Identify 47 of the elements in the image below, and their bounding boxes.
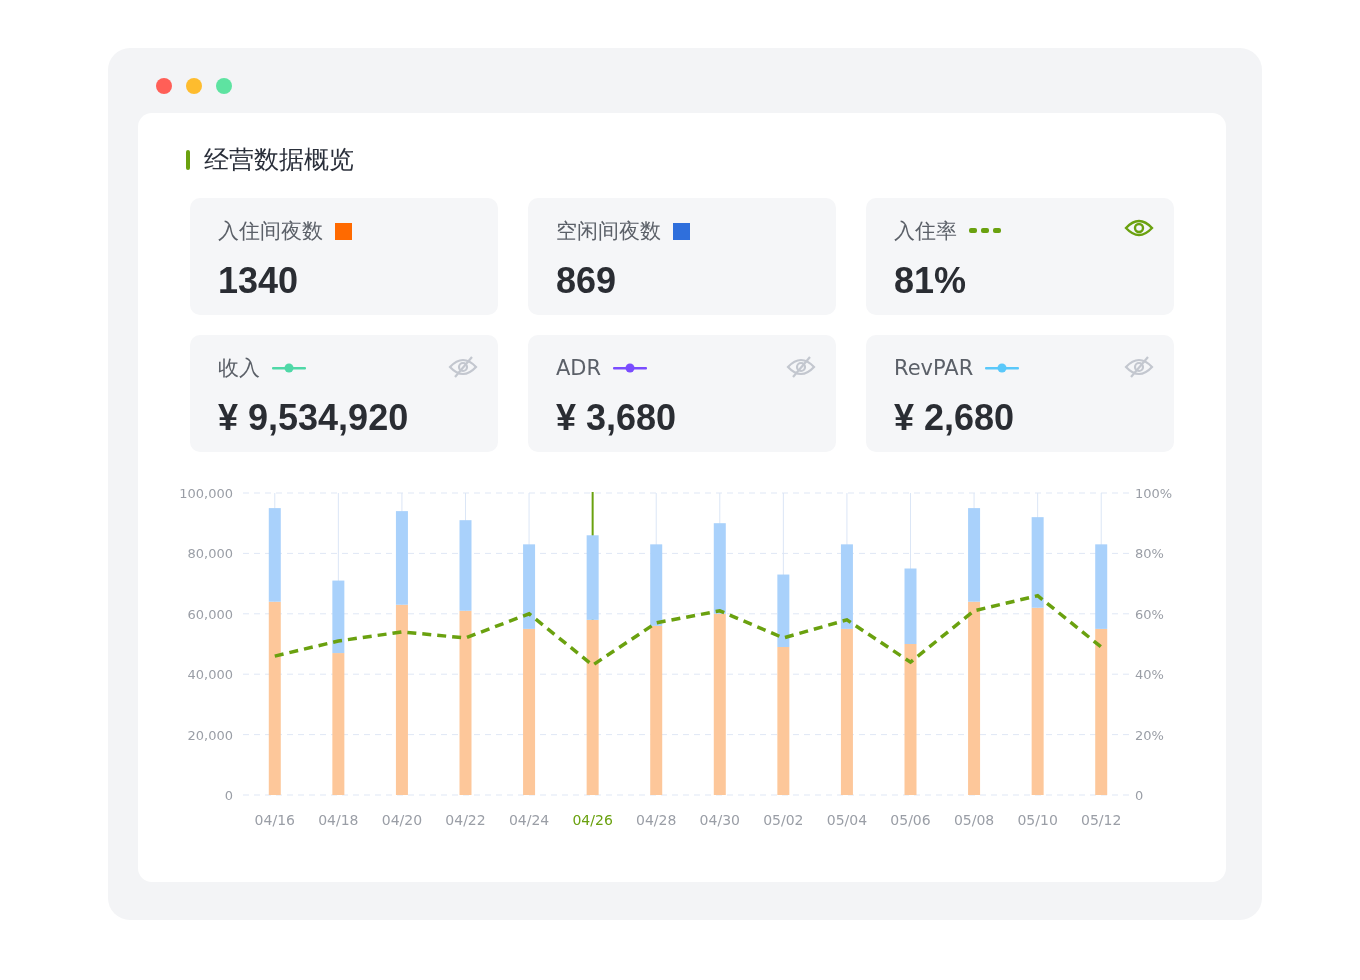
axis-tick-label: 05/10 [1017,812,1058,828]
axis-tick-label: 05/04 [826,812,868,828]
axis-tick-label: 04/22 [445,812,486,828]
section-title: 经营数据概览 [204,144,354,176]
axis-tick-label: 05/06 [890,812,931,828]
axis-tick-label: 20,000 [187,727,233,743]
axis-tick-label: 40,000 [187,667,233,683]
metric-value: 869 [556,260,618,302]
axis-tick-label: 80,000 [187,546,233,562]
metric-label: 收入 [218,355,260,382]
axis-tick-label: 04/28 [636,812,677,828]
axis-tick-label: 04/18 [318,812,359,828]
maximize-dot-icon[interactable] [216,78,232,94]
eye-off-icon[interactable] [786,355,816,379]
axis-tick-label: 05/02 [763,812,804,828]
eye-off-icon[interactable] [1124,355,1154,379]
axis-tick-label: 80% [1135,546,1164,562]
metric-value: ¥ 9,534,920 [218,397,410,439]
axis-tick-label: 100% [1135,486,1173,501]
axis-tick-label: 05/08 [953,812,995,828]
axis-tick-label: 60% [1135,606,1164,622]
axis-tick-label: 04/16 [254,812,295,828]
metric-label: 入住率 [894,218,957,245]
metric-value: 1340 [218,260,300,302]
metric-label: 空闲间夜数 [556,218,661,245]
axis-tick-label: 100,000 [179,486,233,501]
metric-value: ¥ 2,680 [894,397,1016,439]
minimize-dot-icon[interactable] [186,78,202,94]
axis-tick-label: 40% [1135,667,1164,683]
eye-icon[interactable] [1124,218,1154,238]
axis-tick-label: 04/24 [508,812,550,828]
axis-tick-label: 20% [1135,727,1164,743]
axis-tick-label: 05/12 [1081,812,1122,828]
metric-value: 81% [894,260,968,302]
axis-tick-label: 04/26 [572,812,613,828]
axis-tick-label: 04/30 [699,812,740,828]
title-accent-bar [186,149,190,170]
metric-label: RevPAR [894,356,974,380]
axis-tick-label: 0 [224,788,233,803]
axis-tick-label: 60,000 [187,606,233,622]
metric-label: ADR [556,356,602,380]
eye-off-icon[interactable] [448,355,478,379]
close-dot-icon[interactable] [156,78,172,94]
metric-value: ¥ 3,680 [556,397,678,439]
axis-tick-label: 0 [1135,788,1144,803]
metric-label: 入住间夜数 [218,218,323,245]
axis-tick-label: 04/20 [381,812,423,828]
